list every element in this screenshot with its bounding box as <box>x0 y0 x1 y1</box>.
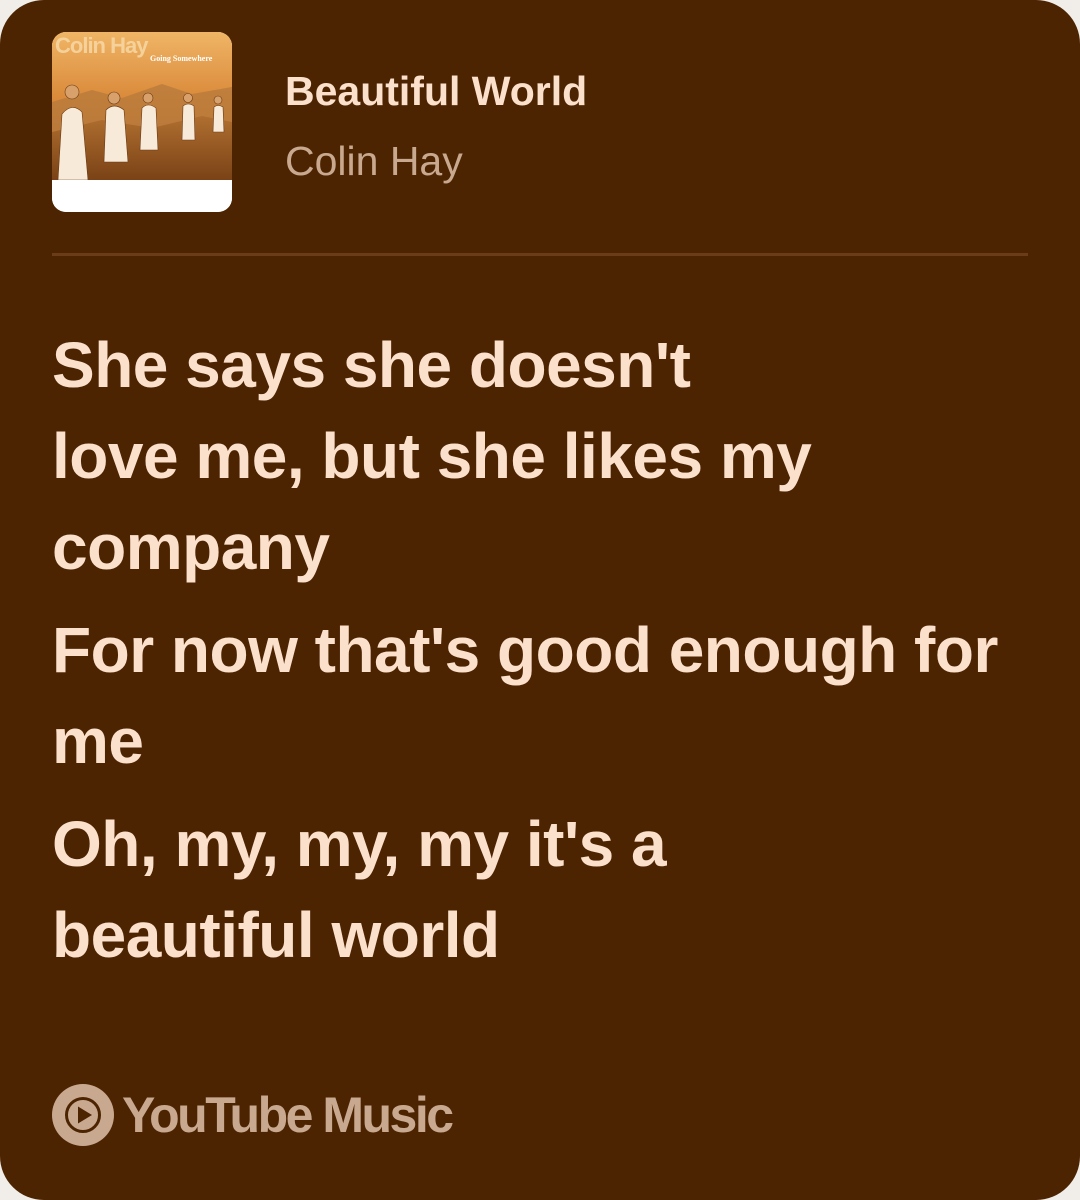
lyric-line: Oh, my, my, my it's a beautiful world <box>52 808 667 971</box>
youtube-music-branding: YouTube Music <box>52 1082 454 1148</box>
album-title-text: Going Somewhere <box>150 54 213 63</box>
youtube-music-icon <box>52 1084 114 1146</box>
lyrics-share-card: Colin Hay Going Somewhere Beautiful Worl… <box>0 0 1080 1200</box>
artist-name: Colin Hay <box>285 138 463 184</box>
lyric-line: For now that's good enough for me <box>52 614 998 777</box>
youtube-music-label: YouTube Music <box>122 1087 454 1143</box>
album-cover: Colin Hay Going Somewhere <box>52 32 232 212</box>
album-artist-text: Colin Hay <box>55 33 149 58</box>
song-title: Beautiful World <box>285 68 588 114</box>
song-header: Colin Hay Going Somewhere Beautiful Worl… <box>52 32 1028 214</box>
lyric-line: She says she doesn't love me, but she li… <box>52 329 812 583</box>
album-cover-art: Colin Hay Going Somewhere <box>52 32 232 212</box>
lyrics-block: She says she doesn't love me, but she li… <box>52 320 1032 993</box>
divider <box>52 253 1028 256</box>
